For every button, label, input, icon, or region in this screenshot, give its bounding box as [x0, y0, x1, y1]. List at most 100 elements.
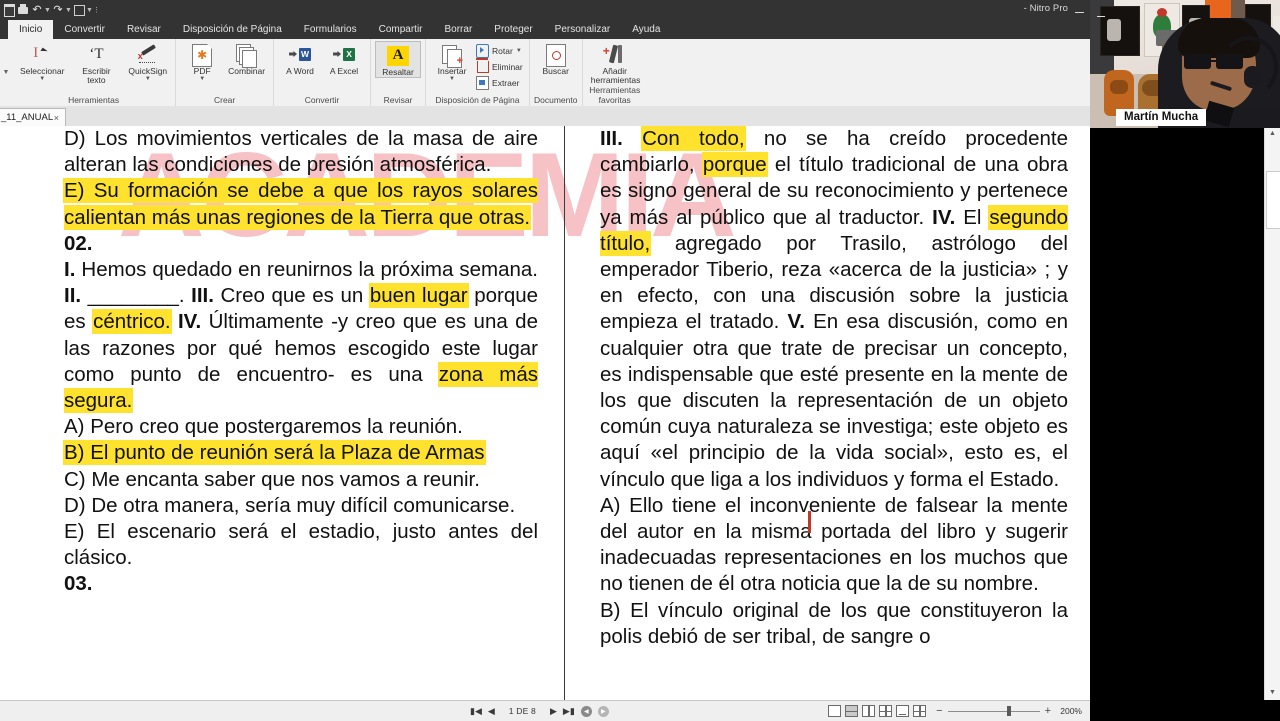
- ribbon-tab-borrar[interactable]: Borrar: [434, 20, 484, 39]
- zoom-slider-knob[interactable]: [1006, 706, 1011, 716]
- vertical-scrollbar[interactable]: ▲ ▼: [1264, 126, 1280, 700]
- ribbon-tab-label: Revisar: [126, 24, 161, 35]
- ribbon-tab-proteger[interactable]: Proteger: [483, 20, 543, 39]
- rotate-label: Rotar: [492, 46, 513, 56]
- quicksign-button[interactable]: x QuickSign ▼: [124, 41, 171, 82]
- body-text: Creo que es un: [213, 284, 370, 308]
- ribbon-tab-ayuda[interactable]: Ayuda: [621, 20, 671, 39]
- close-icon[interactable]: ×: [54, 113, 59, 123]
- create-pdf-button[interactable]: ✱ PDF ▼: [180, 41, 224, 82]
- document-viewport[interactable]: ACADEMIA D) Los movimientos verticales d…: [0, 126, 1090, 700]
- ribbon-tab-compartir[interactable]: Compartir: [368, 20, 434, 39]
- body-text: El: [955, 205, 990, 229]
- single-page-icon[interactable]: [828, 705, 842, 717]
- zoom-out-button[interactable]: −: [936, 706, 942, 717]
- document-tab[interactable]: _11_ANUAL ×: [0, 108, 66, 126]
- to-excel-button[interactable]: X A Excel: [322, 41, 366, 76]
- combine-button[interactable]: Combinar: [224, 41, 269, 76]
- ribbon-tab-inicio[interactable]: Inicio: [8, 20, 54, 39]
- ribbon-tab-label: Convertir: [64, 24, 105, 35]
- redo-icon[interactable]: ↷: [51, 3, 65, 18]
- type-text-button[interactable]: ‘T Escribir texto: [68, 41, 124, 85]
- chevron-down-icon[interactable]: ▼: [39, 76, 45, 82]
- to-word-button[interactable]: W A Word: [278, 41, 322, 76]
- answer-option: D) Los movimientos verticales de la masa…: [64, 126, 538, 178]
- question-stem: III. Con todo, no se ha creído procedent…: [600, 126, 1069, 493]
- undo-icon[interactable]: ↶: [30, 3, 44, 18]
- add-tools-button[interactable]: + Añadir herramientas: [587, 41, 643, 85]
- scroll-down-icon[interactable]: ▼: [1265, 685, 1280, 700]
- rotate-button[interactable]: Rotar ▼: [474, 43, 525, 59]
- chevron-down-icon[interactable]: ▼: [199, 76, 205, 82]
- group-label-herramientas: Herramientas: [68, 95, 120, 105]
- document-tab-label: _11_ANUAL: [1, 112, 54, 123]
- option-text: B) El vínculo original de los que consti…: [600, 598, 1068, 648]
- roman-numeral: V.: [787, 310, 805, 334]
- highlighted-option: B) El punto de reunión será la Plaza de …: [64, 441, 485, 465]
- ribbon-group-crear: ✱ PDF ▼ Combinar Crear: [176, 39, 275, 106]
- scroll-up-icon[interactable]: ▲: [1265, 126, 1280, 141]
- highlight-icon: A: [387, 44, 410, 68]
- highlight-button[interactable]: A Resaltar: [375, 41, 422, 78]
- ribbon-tab-revisar[interactable]: Revisar: [116, 20, 172, 39]
- next-page-button[interactable]: ▶: [550, 706, 557, 717]
- forward-button[interactable]: ▶: [597, 705, 609, 717]
- first-page-button[interactable]: ▮◀: [470, 706, 482, 717]
- zoom-slider[interactable]: [947, 706, 1040, 716]
- option-text: C) Me encanta saber que nos vamos a reun…: [64, 467, 480, 491]
- minimize-button[interactable]: [1072, 4, 1086, 16]
- ribbon-group-herramientas: Seleccionar ▼ ‘T Escribir texto x QuickS…: [12, 39, 177, 106]
- qat-overflow-icon[interactable]: ⋮: [93, 3, 100, 18]
- customize-qat-dropdown-icon[interactable]: ▼: [86, 3, 93, 18]
- ribbon-tab-disposici-n-de-p-gina[interactable]: Disposición de Página: [172, 20, 293, 39]
- body-text: En esa discusión, como en cualquier otra…: [600, 310, 1068, 491]
- select-cursor-icon: [32, 43, 52, 67]
- answer-option: D) De otra manera, sería muy difícil com…: [64, 493, 538, 519]
- to-excel-icon: X: [333, 43, 356, 67]
- group-label-disposicion: Disposición de Página: [435, 95, 520, 105]
- delete-page-button[interactable]: Eliminar: [474, 58, 525, 75]
- chevron-down-icon[interactable]: ▼: [516, 48, 522, 54]
- type-text-button-label: Escribir texto: [82, 66, 111, 85]
- to-excel-label: A Excel: [329, 66, 359, 76]
- fit-page-icon[interactable]: [896, 705, 910, 717]
- redo-dropdown-icon[interactable]: ▼: [65, 3, 72, 18]
- question-stem: I. Hemos quedado en reunirnos la próxima…: [64, 257, 538, 414]
- undo-dropdown-icon[interactable]: ▼: [44, 3, 51, 18]
- zoom-in-button[interactable]: +: [1045, 706, 1051, 717]
- roman-numeral: IV.: [170, 310, 202, 334]
- insert-pages-button[interactable]: + Insertar ▼: [430, 41, 474, 82]
- facing-continuous-icon[interactable]: [879, 705, 893, 717]
- back-button[interactable]: ◀: [580, 705, 592, 717]
- quicksign-button-label: QuickSign: [128, 66, 168, 76]
- customize-qat-icon[interactable]: [72, 3, 86, 18]
- prev-page-button[interactable]: ◀: [488, 706, 495, 717]
- last-page-button[interactable]: ▶▮: [563, 706, 575, 717]
- continuous-icon[interactable]: [845, 705, 859, 717]
- ribbon-tab-personalizar[interactable]: Personalizar: [544, 20, 622, 39]
- select-button[interactable]: Seleccionar ▼: [16, 41, 68, 82]
- create-pdf-label: PDF: [193, 66, 211, 76]
- ribbon-tab-convertir[interactable]: Convertir: [53, 20, 116, 39]
- ribbon-collapse-icon[interactable]: ▼: [0, 39, 12, 106]
- ribbon-tab-label: Compartir: [378, 24, 423, 35]
- answer-option: E) Su formación se debe a que los rayos …: [64, 178, 538, 230]
- extract-page-button[interactable]: Extraer: [474, 75, 525, 91]
- facing-icon[interactable]: [862, 705, 876, 717]
- ribbon-tab-formularios[interactable]: Formularios: [293, 20, 368, 39]
- ribbon-tab-strip: Inicio Convertir Revisar Disposición de Pág…: [0, 20, 1090, 39]
- chevron-down-icon[interactable]: ▼: [449, 76, 455, 82]
- delete-page-icon: [475, 58, 489, 74]
- ribbon-tab-label: Borrar: [444, 24, 473, 35]
- save-icon[interactable]: [2, 3, 16, 18]
- scrollbar-thumb[interactable]: [1266, 171, 1280, 229]
- chevron-down-icon[interactable]: ▼: [145, 76, 151, 82]
- ribbon-group-documento: Buscar Documento: [530, 39, 583, 106]
- webcam-minimize-button[interactable]: [1094, 10, 1107, 20]
- right-text-column: III. Con todo, no se ha creído procedent…: [600, 126, 1069, 650]
- ribbon-tab-label: Proteger: [494, 24, 533, 35]
- full-screen-icon[interactable]: [913, 705, 927, 717]
- webcam-overlay[interactable]: Martín Mucha: [1090, 0, 1280, 128]
- search-button[interactable]: Buscar: [534, 41, 578, 76]
- print-icon[interactable]: [16, 3, 30, 18]
